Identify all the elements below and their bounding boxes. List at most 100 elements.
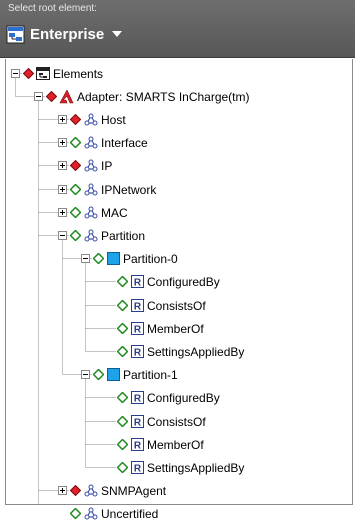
instance-icon xyxy=(107,252,120,265)
relation-icon: R xyxy=(131,438,144,451)
normal-status-icon xyxy=(117,276,128,287)
relation-icon: R xyxy=(131,299,144,312)
chevron-down-icon xyxy=(112,31,123,37)
minus-icon xyxy=(60,234,65,236)
tree-item-label: Partition xyxy=(101,228,146,243)
collapse-button[interactable] xyxy=(81,369,90,379)
plus-icon xyxy=(60,487,65,493)
svg-text:R: R xyxy=(134,394,142,405)
svg-text:R: R xyxy=(134,464,142,475)
expand-button[interactable] xyxy=(58,137,67,147)
svg-text:R: R xyxy=(134,325,142,336)
tree-item-class[interactable]: Partition xyxy=(70,225,145,246)
tree-item-label: Interface xyxy=(101,135,148,150)
minus-icon xyxy=(83,257,88,259)
tree-item-label: SettingsAppliedBy xyxy=(147,344,245,359)
svg-text:R: R xyxy=(134,418,142,429)
relation-icon: R xyxy=(131,415,144,428)
tree-item-relation[interactable]: R ConsistsOf xyxy=(117,411,206,432)
minus-icon xyxy=(83,373,88,375)
tree-item-elements[interactable]: Elements xyxy=(23,63,103,84)
tree-item-label: ConfiguredBy xyxy=(147,390,220,405)
tree-item-label: MemberOf xyxy=(147,321,204,336)
class-icon xyxy=(84,229,98,242)
tree-item-relation[interactable]: R MemberOf xyxy=(117,434,204,455)
relation-icon: R xyxy=(131,322,144,335)
tree-item-class[interactable]: Host xyxy=(70,109,126,130)
expand-button[interactable] xyxy=(58,184,67,194)
root-element-dropdown[interactable]: Enterprise xyxy=(6,22,123,46)
tree-item-relation[interactable]: R ConsistsOf xyxy=(117,295,206,316)
relation-icon: R xyxy=(131,345,144,358)
tree-item-class[interactable]: IPNetwork xyxy=(70,179,156,200)
normal-status-icon xyxy=(117,323,128,334)
tree-item-relation[interactable]: R MemberOf xyxy=(117,318,204,339)
collapse-button[interactable] xyxy=(34,91,43,101)
normal-status-icon xyxy=(70,137,81,148)
tree-item-adapter[interactable]: Adapter: SMARTS InCharge(tm) xyxy=(46,86,250,107)
class-icon xyxy=(84,113,98,126)
normal-status-icon xyxy=(70,230,81,241)
tree-item-class[interactable]: Uncertified xyxy=(70,503,158,524)
normal-status-icon xyxy=(117,416,128,427)
tree-item-label: Adapter: SMARTS InCharge(tm) xyxy=(77,89,250,104)
class-icon xyxy=(84,206,98,219)
plus-icon xyxy=(60,162,65,168)
critical-status-icon xyxy=(70,485,81,496)
adapter-icon xyxy=(59,89,74,103)
expand-button[interactable] xyxy=(58,207,67,217)
normal-status-icon xyxy=(117,439,128,450)
normal-status-icon xyxy=(70,184,81,195)
tree-item-label: SNMPAgent xyxy=(101,483,167,498)
expand-button[interactable] xyxy=(58,160,67,170)
collapse-button[interactable] xyxy=(81,253,90,263)
collapse-button[interactable] xyxy=(58,230,67,240)
tree-item-label: ConsistsOf xyxy=(147,414,206,429)
normal-status-icon xyxy=(117,392,128,403)
plus-icon xyxy=(60,209,65,215)
tree-item-instance[interactable]: Partition-1 xyxy=(93,364,178,385)
tree-item-class[interactable]: IP xyxy=(70,155,112,176)
normal-status-icon xyxy=(93,253,104,264)
normal-status-icon xyxy=(93,369,104,380)
tree-item-label: Host xyxy=(101,112,126,127)
enterprise-icon xyxy=(6,25,25,43)
expand-button[interactable] xyxy=(58,114,67,124)
class-icon xyxy=(84,183,98,196)
tree-item-relation[interactable]: R SettingsAppliedBy xyxy=(117,341,244,362)
minus-icon xyxy=(13,72,18,74)
normal-status-icon xyxy=(117,346,128,357)
tree-item-label: MAC xyxy=(101,205,128,220)
tree-item-label: Elements xyxy=(53,66,104,81)
svg-text:R: R xyxy=(134,441,142,452)
tree-item-label: Uncertified xyxy=(101,506,159,521)
tree-item-label: SettingsAppliedBy xyxy=(147,460,245,475)
class-icon xyxy=(84,136,98,149)
tree-item-class[interactable]: Interface xyxy=(70,132,148,153)
critical-status-icon xyxy=(70,160,81,171)
plus-icon xyxy=(60,116,65,122)
tree-item-label: IP xyxy=(101,158,113,173)
tree-item-class[interactable]: MAC xyxy=(70,202,128,223)
class-icon xyxy=(84,507,98,520)
tree-item-instance[interactable]: Partition-0 xyxy=(93,248,178,269)
expand-button[interactable] xyxy=(58,485,67,495)
root-element-name: Enterprise xyxy=(30,25,105,43)
tree-item-relation[interactable]: R ConfiguredBy xyxy=(117,271,220,292)
relation-icon: R xyxy=(131,391,144,404)
tree-item-relation[interactable]: R ConfiguredBy xyxy=(117,387,220,408)
tree-item-relation[interactable]: R SettingsAppliedBy xyxy=(117,457,244,478)
class-icon xyxy=(84,484,98,497)
tree-item-class[interactable]: SNMPAgent xyxy=(70,480,166,501)
tree-item-label: IPNetwork xyxy=(101,182,157,197)
relation-icon: R xyxy=(131,275,144,288)
collapse-button[interactable] xyxy=(11,68,20,78)
tree-item-label: Partition-0 xyxy=(123,251,178,266)
critical-status-icon xyxy=(23,68,34,79)
instance-icon xyxy=(107,368,120,381)
plus-icon xyxy=(60,186,65,192)
tree-item-label: ConsistsOf xyxy=(147,298,206,313)
svg-text:R: R xyxy=(134,278,142,289)
tree-item-label: Partition-1 xyxy=(123,367,178,382)
root-selector-header: Select root element: Enterprise xyxy=(0,0,355,58)
